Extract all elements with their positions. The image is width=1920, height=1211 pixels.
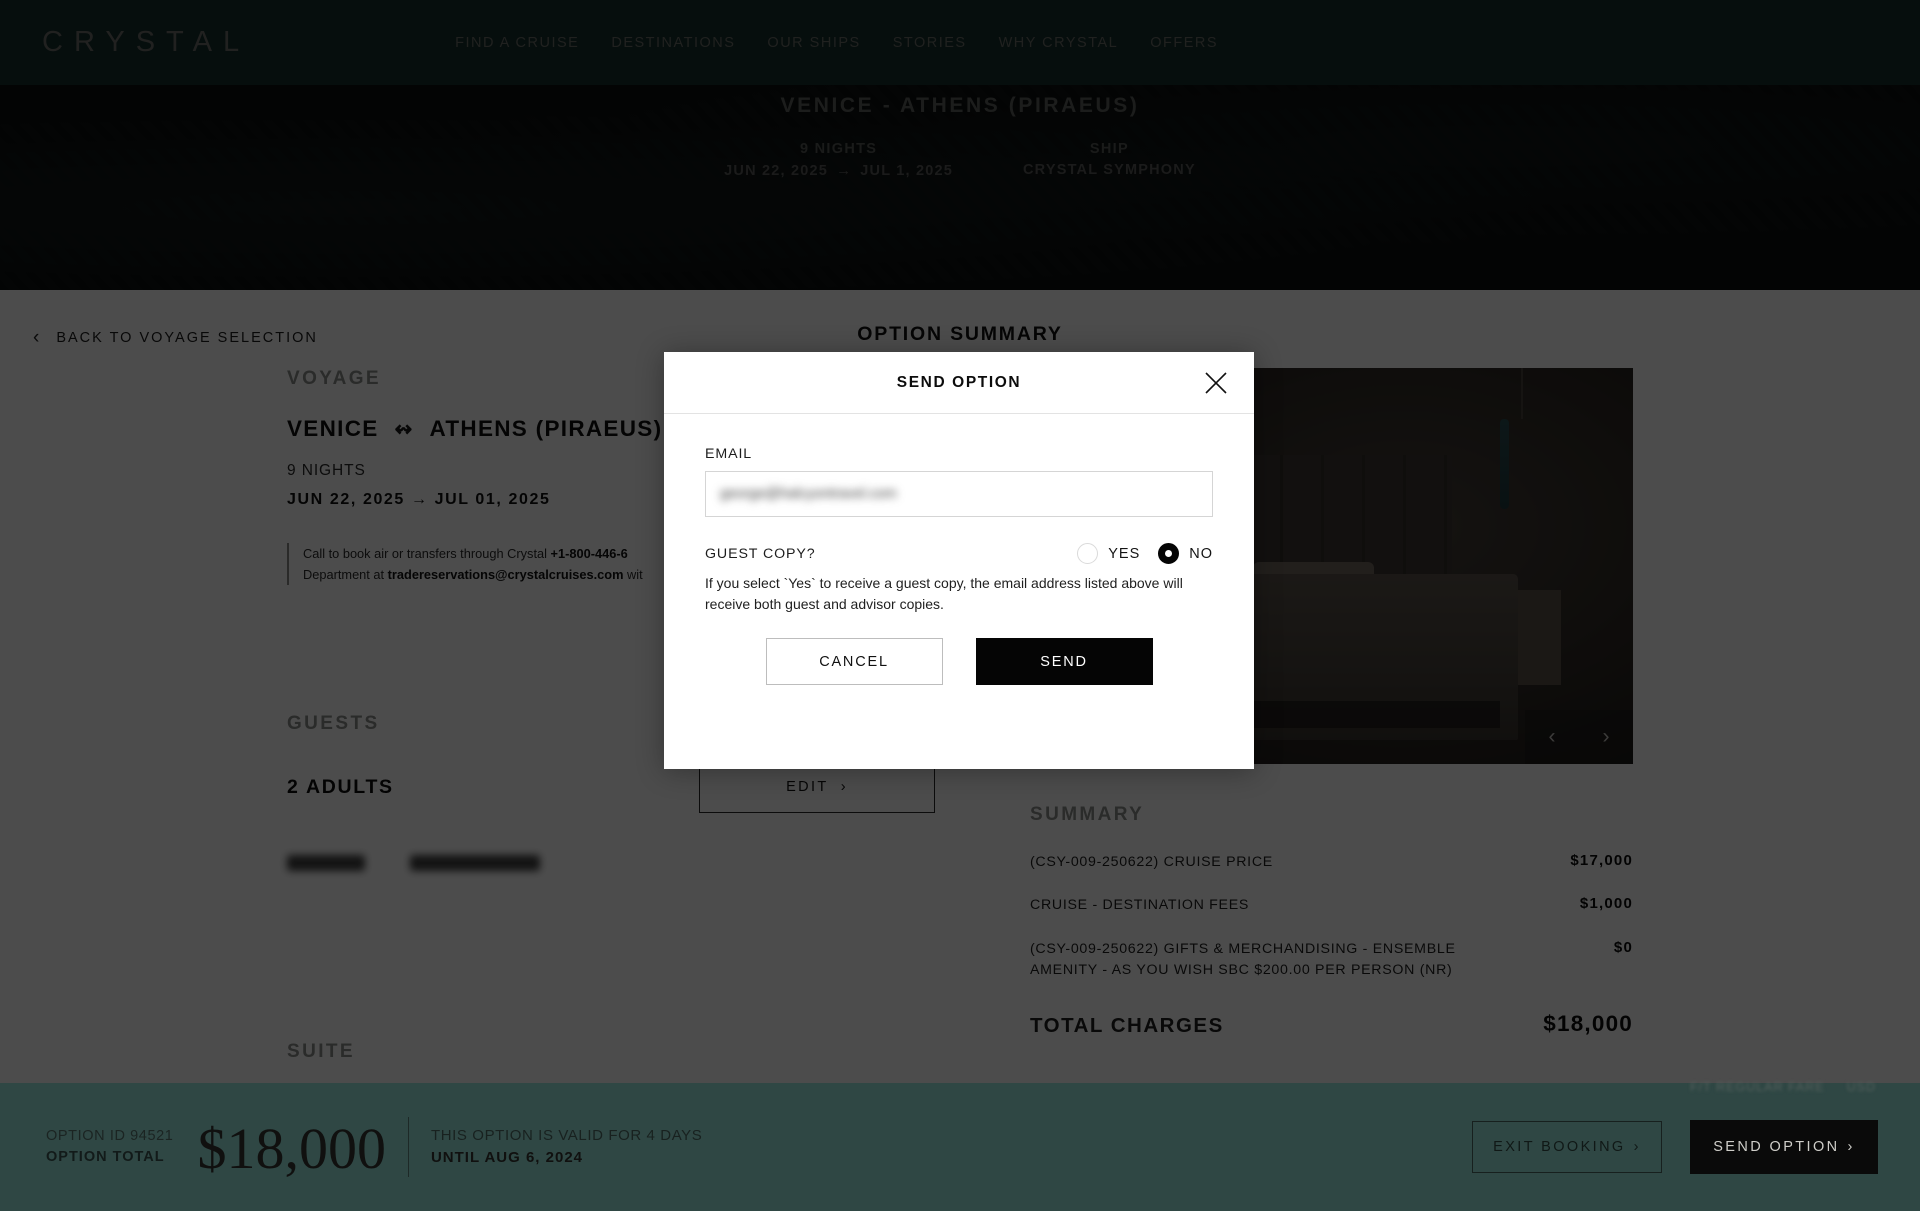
email-input[interactable]: george@halcyontravel.com <box>705 471 1213 517</box>
option-identifiers: OPTION ID 94521 OPTION TOTAL <box>46 1126 173 1168</box>
send-option-button[interactable]: SEND OPTION › <box>1690 1120 1878 1174</box>
dialog-actions: CANCEL SEND <box>705 638 1213 686</box>
exit-booking-button[interactable]: EXIT BOOKING › <box>1472 1121 1662 1173</box>
option-validity: THIS OPTION IS VALID FOR 4 DAYS UNTIL AU… <box>431 1125 702 1170</box>
bottom-bar-actions: F/T REGULAR FARE USD EXIT BOOKING › SEND… <box>1472 1080 1878 1174</box>
option-total-label: OPTION TOTAL <box>46 1149 165 1165</box>
app-root: CRYSTAL FIND A CRUISE DESTINATIONS OUR S… <box>0 0 1920 1211</box>
radio-selected-icon <box>1158 543 1180 564</box>
close-icon[interactable] <box>1202 369 1230 397</box>
guest-copy-yes-label: YES <box>1108 545 1141 562</box>
guest-copy-no-option[interactable]: NO <box>1158 543 1213 564</box>
radio-unselected-icon <box>1077 543 1099 564</box>
send-option-label: SEND OPTION <box>1713 1139 1840 1155</box>
bottom-bar-left: OPTION ID 94521 OPTION TOTAL $18,000 THI… <box>46 1116 702 1181</box>
email-field-label: EMAIL <box>705 446 753 462</box>
option-total-price: $18,000 <box>197 1116 386 1181</box>
exit-booking-label: EXIT BOOKING <box>1493 1139 1626 1155</box>
dialog-body: EMAIL george@halcyontravel.com GUEST COP… <box>664 414 1254 686</box>
email-input-value: george@halcyontravel.com <box>720 486 897 502</box>
booking-bottom-bar: OPTION ID 94521 OPTION TOTAL $18,000 THI… <box>0 1080 1920 1211</box>
chevron-right-icon: › <box>1847 1139 1855 1155</box>
fare-tags: F/T REGULAR FARE USD <box>1690 1080 1876 1094</box>
guest-copy-radio-group: YES NO <box>1077 543 1213 564</box>
validity-duration: THIS OPTION IS VALID FOR 4 DAYS <box>430 1126 703 1144</box>
validity-date: UNTIL AUG 6, 2024 <box>430 1149 584 1166</box>
currency-tag: USD <box>1846 1080 1876 1094</box>
chevron-right-icon: › <box>1633 1139 1641 1155</box>
cancel-button[interactable]: CANCEL <box>765 638 943 686</box>
guest-copy-label: GUEST COPY? <box>705 545 816 562</box>
fare-type-tag: F/T REGULAR FARE <box>1690 1080 1825 1094</box>
dialog-header: SEND OPTION <box>664 352 1254 414</box>
send-button[interactable]: SEND <box>975 638 1153 686</box>
guest-copy-row: GUEST COPY? YES NO <box>705 543 1213 564</box>
send-option-dialog: SEND OPTION EMAIL george@halcyontravel.c… <box>664 352 1254 769</box>
dialog-title: SEND OPTION <box>896 373 1022 391</box>
divider <box>407 1117 409 1177</box>
option-id: OPTION ID 94521 <box>46 1127 174 1144</box>
guest-copy-yes-option[interactable]: YES <box>1077 543 1140 564</box>
guest-copy-no-label: NO <box>1189 545 1213 562</box>
guest-copy-helper-text: If you select `Yes` to receive a guest c… <box>705 575 1183 612</box>
